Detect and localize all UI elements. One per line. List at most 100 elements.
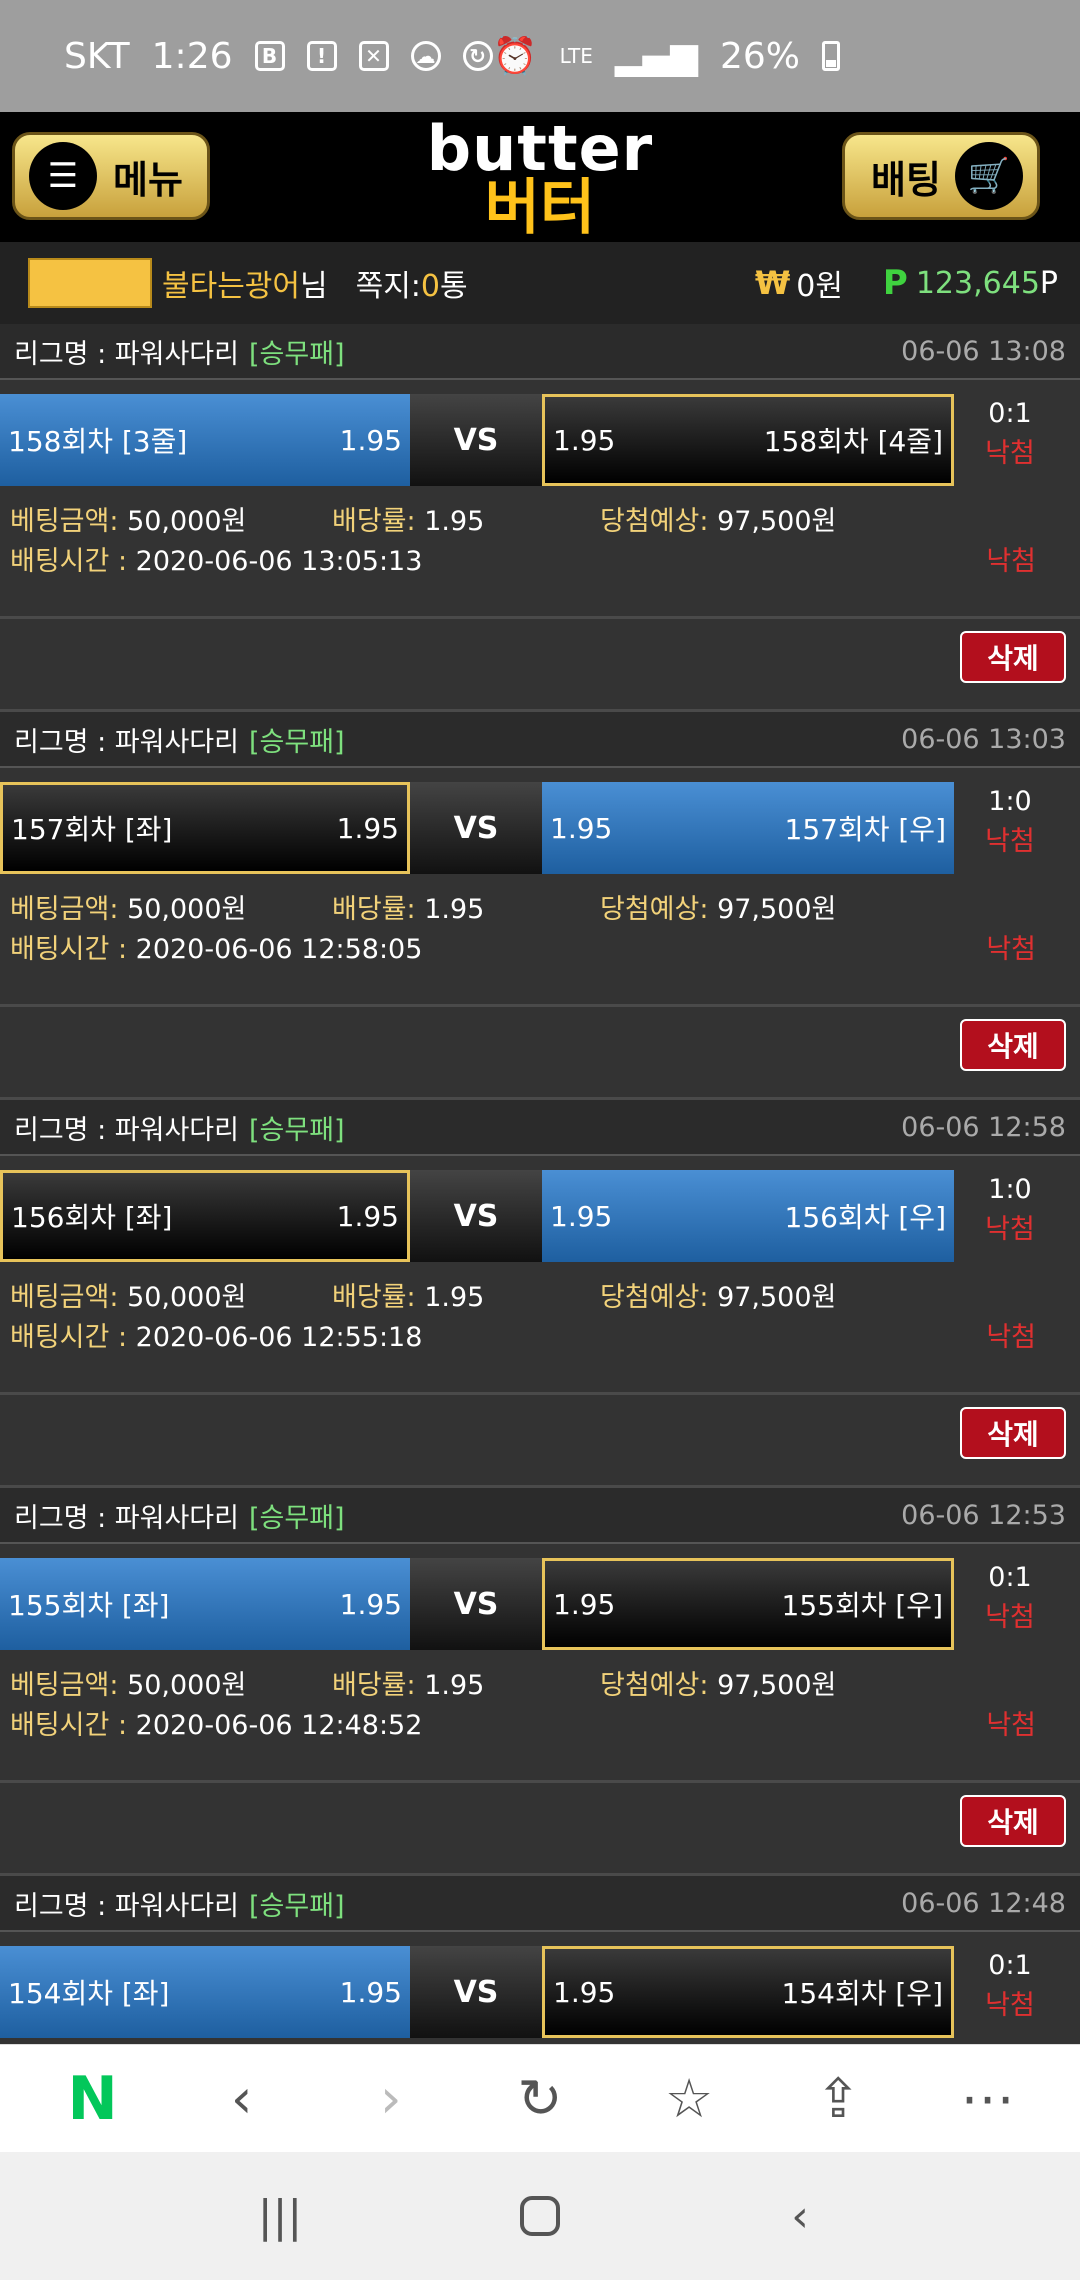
bet-info: 베팅금액: 50,000원 배당률: 1.95 당첨예상: 97,500원 배팅시간… — [0, 1278, 1080, 1358]
match-time: 06-06 12:53 — [901, 1499, 1066, 1531]
match-row: 157회차 [좌] 1.95 VS 1.95 157회차 [우] 1:0 낙첨 — [0, 782, 1080, 874]
bet-time-label: 배팅시간 : — [10, 546, 128, 577]
home-pick[interactable]: 154회차 [좌] 1.95 — [0, 1946, 410, 2038]
odds-label: 배당률: — [332, 1670, 416, 1701]
away-name: 154회차 [우] — [781, 1977, 943, 2010]
result-status: 낙첨 — [985, 438, 1035, 469]
league-header: 리그명 : 파워사다리 [승무패] 06-06 12:58 — [0, 1100, 1080, 1156]
vs-label: VS — [410, 394, 542, 486]
points-value: 123,645 — [915, 265, 1040, 301]
home-odds: 1.95 — [336, 1199, 399, 1233]
delete-row: 삭제 — [0, 616, 1080, 712]
logo-en: butter — [426, 112, 654, 185]
delete-row: 삭제 — [0, 1392, 1080, 1488]
league-header: 리그명 : 파워사다리 [승무패] 06-06 12:48 — [0, 1876, 1080, 1932]
bet-time: 2020-06-06 13:05:13 — [135, 546, 423, 577]
away-odds: 1.95 — [550, 1199, 613, 1233]
league-name: 리그명 : 파워사다리 — [14, 1114, 239, 1146]
betting-button[interactable]: 배팅 🛒 — [842, 132, 1040, 220]
score: 1:0 — [988, 1174, 1032, 1205]
recent-apps-icon[interactable]: ||| — [230, 2171, 330, 2261]
more-icon[interactable]: ⋯ — [937, 2054, 1037, 2144]
alarm-icon: ⏰ — [492, 36, 538, 77]
away-name: 157회차 [우] — [784, 813, 946, 846]
expected-win: 97,500원 — [717, 1670, 837, 1701]
clock: 1:26 — [151, 35, 233, 77]
expected-win: 97,500원 — [717, 1282, 837, 1313]
home-name: 158회차 [3줄] — [8, 425, 188, 458]
reload-icon[interactable]: ↻ — [490, 2054, 590, 2144]
home-icon[interactable] — [490, 2171, 590, 2261]
delete-button[interactable]: 삭제 — [960, 1795, 1066, 1847]
messages-link[interactable]: 쪽지:0통 — [356, 261, 468, 305]
bet-odds: 1.95 — [424, 506, 485, 537]
league-header: 리그명 : 파워사다리 [승무패] 06-06 13:03 — [0, 712, 1080, 768]
result-status: 낙첨 — [985, 1990, 1035, 2021]
away-pick[interactable]: 1.95 155회차 [우] — [542, 1558, 954, 1650]
match-row: 154회차 [좌] 1.95 VS 1.95 154회차 [우] 0:1 낙첨 — [0, 1946, 1080, 2038]
away-pick[interactable]: 1.95 154회차 [우] — [542, 1946, 954, 2038]
bookmark-star-icon[interactable]: ☆ — [639, 2054, 739, 2144]
bet-info: 베팅금액: 50,000원 배당률: 1.95 당첨예상: 97,500원 배팅시간… — [0, 890, 1080, 970]
match-result: 1:0 낙첨 — [960, 1170, 1060, 1250]
messages-unit: 통 — [440, 269, 468, 304]
vs-label: VS — [410, 1946, 542, 2038]
home-pick[interactable]: 156회차 [좌] 1.95 — [0, 1170, 410, 1262]
bet-odds: 1.95 — [424, 894, 485, 925]
league-name: 리그명 : 파워사다리 — [14, 338, 239, 370]
sync-off-icon: ↻ — [462, 41, 493, 71]
away-odds: 1.95 — [553, 423, 616, 457]
final-result: 낙첨 — [986, 934, 1036, 965]
bet-time-label: 배팅시간 : — [10, 1322, 128, 1353]
bet-type-tag: [승무패] — [248, 1502, 345, 1534]
bet-time: 2020-06-06 12:58:05 — [135, 934, 423, 965]
score: 0:1 — [988, 1950, 1032, 1981]
share-icon[interactable]: ⇪ — [788, 2054, 888, 2144]
delete-button[interactable]: 삭제 — [960, 1407, 1066, 1459]
browser-toolbar: N ‹ › ↻ ☆ ⇪ ⋯ — [0, 2044, 1080, 2152]
status-bar: SKT 1:26 B ! ✕ ☁ ↻ ⏰ LTE ▂▄▆ 26% — [0, 0, 1080, 112]
menu-button[interactable]: ☰ 메뉴 — [12, 132, 210, 220]
home-pick[interactable]: 157회차 [좌] 1.95 — [0, 782, 410, 874]
bet-card: 리그명 : 파워사다리 [승무패] 06-06 12:48 154회차 [좌] … — [0, 1876, 1080, 2044]
bet-type-tag: [승무패] — [248, 726, 345, 758]
delete-button[interactable]: 삭제 — [960, 1019, 1066, 1071]
bet-info: 베팅금액: 50,000원 배당률: 1.95 당첨예상: 97,500원 배팅시간… — [0, 1666, 1080, 1746]
back-icon[interactable]: ‹ — [192, 2054, 292, 2144]
home-odds: 1.95 — [339, 423, 402, 457]
bet-type-tag: [승무패] — [248, 1114, 345, 1146]
expected-label: 당첨예상: — [600, 1282, 709, 1313]
battery-percent: 26% — [719, 35, 800, 77]
away-name: 158회차 [4줄] — [763, 425, 943, 458]
league-name: 리그명 : 파워사다리 — [14, 1502, 239, 1534]
system-back-icon[interactable]: ‹ — [750, 2171, 850, 2261]
user-suffix: 님 — [300, 269, 328, 304]
home-name: 157회차 [좌] — [11, 813, 173, 846]
site-logo[interactable]: butter 버터 — [420, 112, 660, 239]
points-balance: 123,645P — [916, 266, 1058, 301]
away-pick[interactable]: 1.95 157회차 [우] — [542, 782, 954, 874]
away-pick[interactable]: 1.95 156회차 [우] — [542, 1170, 954, 1262]
home-pick[interactable]: 158회차 [3줄] 1.95 — [0, 394, 410, 486]
naver-icon[interactable]: N — [43, 2054, 143, 2144]
bet-amount: 50,000원 — [127, 894, 247, 925]
home-name: 156회차 [좌] — [11, 1201, 173, 1234]
delete-row: 삭제 — [0, 1004, 1080, 1100]
bet-amount: 50,000원 — [127, 1670, 247, 1701]
odds-label: 배당률: — [332, 1282, 416, 1313]
delete-button[interactable]: 삭제 — [960, 631, 1066, 683]
home-odds: 1.95 — [336, 811, 399, 845]
score: 0:1 — [988, 1562, 1032, 1593]
result-status: 낙첨 — [985, 1602, 1035, 1633]
bet-type-tag: [승무패] — [248, 338, 345, 370]
bet-history-list[interactable]: 리그명 : 파워사다리 [승무패] 06-06 13:08 158회차 [3줄]… — [0, 324, 1080, 2044]
league-name: 리그명 : 파워사다리 — [14, 1890, 239, 1922]
home-pick[interactable]: 155회차 [좌] 1.95 — [0, 1558, 410, 1650]
league-header: 리그명 : 파워사다리 [승무패] 06-06 13:08 — [0, 324, 1080, 380]
vs-label: VS — [410, 1170, 542, 1262]
match-result: 0:1 낙첨 — [960, 1558, 1060, 1638]
battery-icon — [822, 41, 840, 71]
forward-icon[interactable]: › — [341, 2054, 441, 2144]
away-pick[interactable]: 1.95 158회차 [4줄] — [542, 394, 954, 486]
final-result: 낙첨 — [986, 1322, 1036, 1353]
